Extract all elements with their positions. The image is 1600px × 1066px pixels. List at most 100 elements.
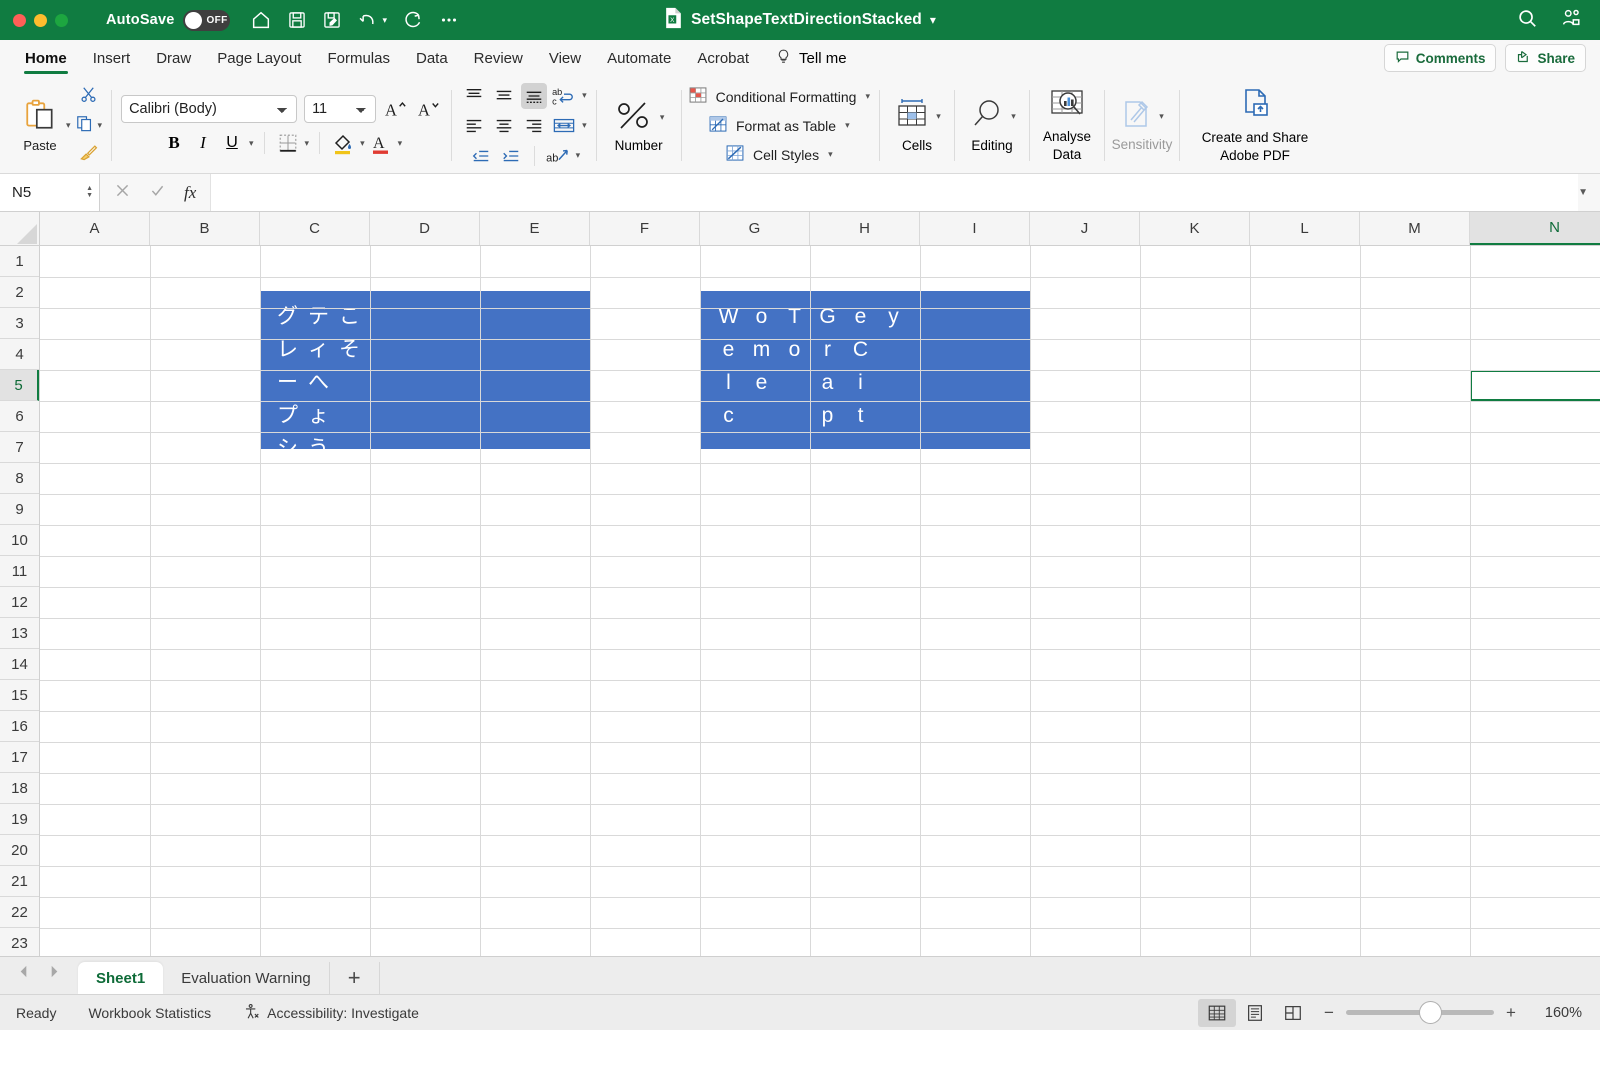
- merge-chevron-down-icon[interactable]: ▾: [582, 120, 587, 131]
- more-options-icon[interactable]: [438, 9, 460, 31]
- column-header-N[interactable]: N: [1470, 212, 1600, 245]
- column-header-F[interactable]: F: [590, 212, 700, 245]
- name-box-spinner[interactable]: ▲▼: [86, 186, 93, 199]
- sheet-navigation[interactable]: [0, 964, 78, 994]
- format-as-table-button[interactable]: Format as Table ▾: [708, 114, 850, 137]
- undo-chevron-down-icon[interactable]: ▾: [382, 15, 387, 26]
- align-right-button[interactable]: [521, 113, 547, 139]
- row-header-12[interactable]: 12: [0, 587, 39, 618]
- collaborate-icon[interactable]: [1560, 7, 1582, 34]
- merge-and-center-button[interactable]: [551, 113, 577, 139]
- zoom-level-label[interactable]: 160%: [1528, 1005, 1586, 1021]
- row-header-11[interactable]: 11: [0, 556, 39, 587]
- fill-color-button[interactable]: [330, 130, 356, 156]
- row-header-10[interactable]: 10: [0, 525, 39, 556]
- row-header-13[interactable]: 13: [0, 618, 39, 649]
- autosave-toggle[interactable]: OFF: [183, 10, 230, 31]
- cell-area[interactable]: こそ ティへょう グレープシ Welc ome To Grap eCit y: [40, 246, 1600, 956]
- prev-sheet-icon[interactable]: [16, 964, 31, 984]
- row-header-19[interactable]: 19: [0, 804, 39, 835]
- cells-chevron-down-icon[interactable]: ▾: [936, 111, 941, 122]
- sensitivity-chevron-down-icon[interactable]: ▾: [1159, 111, 1164, 122]
- name-box[interactable]: N5 ▲▼: [0, 174, 100, 211]
- analyse-data-button[interactable]: Analyse Data: [1030, 78, 1104, 173]
- tab-page-layout[interactable]: Page Layout: [204, 40, 314, 76]
- workbook-statistics-button[interactable]: Workbook Statistics: [72, 1005, 227, 1021]
- zoom-track[interactable]: [1346, 1010, 1494, 1015]
- minimize-window-button[interactable]: [34, 14, 47, 27]
- copy-chevron-down-icon[interactable]: ▾: [98, 120, 103, 131]
- maximize-window-button[interactable]: [55, 14, 68, 27]
- zoom-in-button[interactable]: +: [1504, 1003, 1518, 1023]
- column-header-A[interactable]: A: [40, 212, 150, 245]
- window-controls[interactable]: [0, 14, 68, 27]
- tab-acrobat[interactable]: Acrobat: [684, 40, 762, 76]
- bold-button[interactable]: B: [161, 130, 187, 156]
- tab-automate[interactable]: Automate: [594, 40, 684, 76]
- paste-chevron-down-icon[interactable]: ▾: [66, 120, 71, 131]
- align-middle-button[interactable]: [491, 83, 517, 109]
- column-header-C[interactable]: C: [260, 212, 370, 245]
- title-chevron-down-icon[interactable]: ▾: [930, 13, 936, 27]
- comments-button[interactable]: Comments: [1384, 44, 1497, 72]
- column-header-D[interactable]: D: [370, 212, 480, 245]
- column-header-K[interactable]: K: [1140, 212, 1250, 245]
- borders-chevron-down-icon[interactable]: ▾: [305, 138, 310, 149]
- tab-formulas[interactable]: Formulas: [314, 40, 403, 76]
- share-button[interactable]: Share: [1505, 44, 1586, 72]
- ribbon-right-actions[interactable]: Comments Share: [1384, 40, 1600, 76]
- tab-home[interactable]: Home: [12, 40, 80, 76]
- wrap-text-chevron-down-icon[interactable]: ▾: [582, 90, 587, 101]
- conditional-formatting-button[interactable]: Conditional Formatting ▾: [688, 85, 870, 108]
- select-all-corner[interactable]: [0, 212, 40, 245]
- tell-me-button[interactable]: Tell me: [762, 40, 860, 76]
- save-as-icon[interactable]: [322, 10, 342, 30]
- row-header-15[interactable]: 15: [0, 680, 39, 711]
- redo-icon[interactable]: [402, 10, 423, 31]
- row-header-22[interactable]: 22: [0, 897, 39, 928]
- tab-draw[interactable]: Draw: [143, 40, 204, 76]
- formula-bar-expand-chevron-down-icon[interactable]: ▼: [1578, 174, 1600, 211]
- sheet-tab-evaluation-warning[interactable]: Evaluation Warning: [163, 962, 330, 994]
- column-header-J[interactable]: J: [1030, 212, 1140, 245]
- home-icon[interactable]: [250, 9, 272, 31]
- create-and-share-adobe-pdf-button[interactable]: Create and Share Adobe PDF: [1180, 78, 1330, 173]
- row-header-1[interactable]: 1: [0, 246, 39, 277]
- row-header-5[interactable]: 5: [0, 370, 39, 401]
- font-family-select[interactable]: Calibri (Body)ArialTimes New Roman: [121, 95, 297, 123]
- autosave-control[interactable]: AutoSave OFF: [106, 10, 230, 31]
- zoom-out-button[interactable]: −: [1322, 1003, 1336, 1023]
- row-header-23[interactable]: 23: [0, 928, 39, 956]
- fill-color-chevron-down-icon[interactable]: ▾: [360, 138, 365, 149]
- increase-indent-button[interactable]: [498, 143, 524, 169]
- tab-insert[interactable]: Insert: [80, 40, 144, 76]
- column-header-B[interactable]: B: [150, 212, 260, 245]
- column-header-H[interactable]: H: [810, 212, 920, 245]
- tab-review[interactable]: Review: [461, 40, 536, 76]
- italic-button[interactable]: I: [190, 130, 216, 156]
- borders-button[interactable]: [275, 130, 301, 156]
- editing-chevron-down-icon[interactable]: ▾: [1011, 111, 1016, 122]
- font-size-select[interactable]: 891011121416: [304, 95, 376, 123]
- row-header-3[interactable]: 3: [0, 308, 39, 339]
- align-bottom-button[interactable]: [521, 83, 547, 109]
- align-left-button[interactable]: [461, 113, 487, 139]
- editing-button[interactable]: ▾ Editing: [955, 78, 1029, 173]
- cells-button[interactable]: ▾ Cells: [880, 78, 954, 173]
- column-header-I[interactable]: I: [920, 212, 1030, 245]
- orientation-chevron-down-icon[interactable]: ▾: [576, 150, 581, 161]
- accessibility-button[interactable]: Accessibility: Investigate: [227, 1003, 435, 1023]
- row-header-16[interactable]: 16: [0, 711, 39, 742]
- row-header-9[interactable]: 9: [0, 494, 39, 525]
- sheet-tab-sheet1[interactable]: Sheet1: [78, 962, 163, 994]
- row-header-14[interactable]: 14: [0, 649, 39, 680]
- zoom-slider[interactable]: − +: [1322, 1003, 1518, 1023]
- align-top-button[interactable]: [461, 83, 487, 109]
- tab-data[interactable]: Data: [403, 40, 461, 76]
- row-header-17[interactable]: 17: [0, 742, 39, 773]
- next-sheet-icon[interactable]: [47, 964, 62, 984]
- wrap-text-button[interactable]: abc: [551, 83, 577, 109]
- cut-button[interactable]: [79, 85, 98, 109]
- page-layout-view-button[interactable]: [1236, 999, 1274, 1027]
- insert-function-icon[interactable]: fx: [184, 183, 196, 203]
